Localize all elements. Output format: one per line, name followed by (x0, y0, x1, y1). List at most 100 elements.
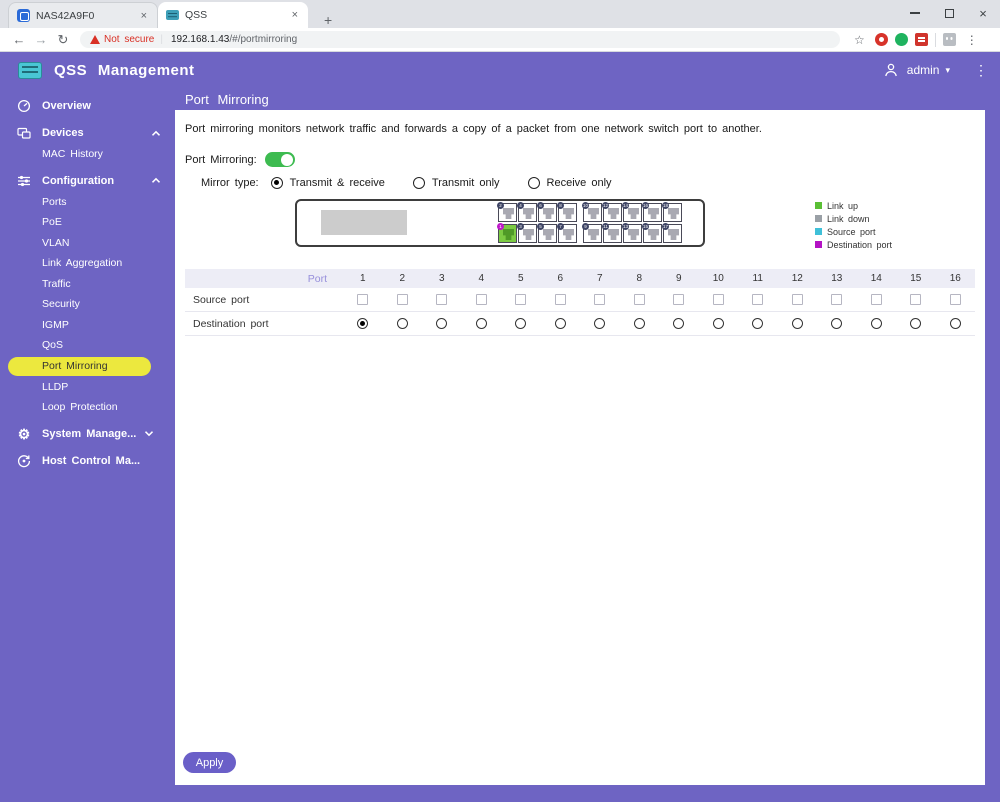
port-mirroring-toggle[interactable] (264, 152, 295, 167)
source-port-checkbox-15[interactable] (910, 294, 922, 305)
destination-port-radio-10[interactable] (712, 318, 724, 329)
switch-port-4[interactable]: 4 (517, 202, 537, 222)
chevron-up-icon[interactable] (151, 177, 161, 184)
switch-port-9[interactable]: 9 (582, 223, 602, 243)
destination-port-radio-9[interactable] (673, 318, 685, 329)
destination-port-radio-13[interactable] (831, 318, 843, 329)
destination-port-radio-5[interactable] (515, 318, 527, 329)
apply-button[interactable]: Apply (183, 752, 236, 773)
chevron-down-icon[interactable] (144, 430, 154, 437)
sidebar-item-ports[interactable]: Ports (0, 192, 175, 213)
source-port-checkbox-5[interactable] (515, 294, 527, 305)
switch-port-2[interactable]: 2 (497, 202, 517, 222)
switch-port-7[interactable]: 7 (557, 223, 577, 243)
source-port-checkbox-7[interactable] (594, 294, 606, 305)
sidebar-item-overview[interactable]: Overview (0, 95, 175, 117)
browser-menu-icon[interactable]: ⋮ (966, 33, 978, 47)
chevron-up-icon[interactable] (151, 130, 161, 137)
source-port-checkbox-6[interactable] (554, 294, 566, 305)
source-port-checkbox-11[interactable] (752, 294, 764, 305)
destination-port-radio-6[interactable] (554, 318, 566, 329)
tab-close-icon[interactable]: × (139, 10, 149, 22)
reload-icon[interactable]: ↻ (52, 32, 74, 48)
window-maximize-button[interactable] (932, 0, 966, 26)
destination-port-radio-8[interactable] (633, 318, 645, 329)
sidebar-item-link-aggregation[interactable]: Link Aggregation (0, 253, 175, 274)
source-port-checkbox-16[interactable] (949, 294, 961, 305)
sidebar-item-system-manage[interactable]: ⚙ System Manage... (0, 423, 175, 445)
sidebar-item-security[interactable]: Security (0, 294, 175, 315)
switch-port-3[interactable]: 3 (517, 223, 537, 243)
extension-green-circle-icon[interactable] (894, 33, 908, 46)
window-close-button[interactable]: × (966, 0, 1000, 26)
destination-port-radio-11[interactable] (752, 318, 764, 329)
sidebar-item-qos[interactable]: QoS (0, 335, 175, 356)
switch-port-1[interactable]: 1 (497, 223, 517, 243)
switch-port-17[interactable]: 17 (662, 223, 682, 243)
forward-icon[interactable]: → (30, 32, 52, 47)
switch-port-10[interactable]: 10 (582, 202, 602, 222)
sidebar-item-mac-history[interactable]: MAC History (0, 144, 175, 165)
switch-port-15[interactable]: 15 (642, 223, 662, 243)
back-icon[interactable]: ← (8, 32, 30, 47)
source-port-checkbox-4[interactable] (475, 294, 487, 305)
source-port-checkbox-1[interactable] (357, 294, 369, 305)
source-port-checkbox-8[interactable] (633, 294, 645, 305)
destination-port-radio-2[interactable] (396, 318, 408, 329)
new-tab-button[interactable]: + (318, 12, 338, 28)
source-port-checkbox-12[interactable] (791, 294, 803, 305)
switch-port-13[interactable]: 13 (622, 223, 642, 243)
switch-port-5[interactable]: 5 (537, 223, 557, 243)
destination-port-radio-1[interactable] (357, 318, 369, 329)
destination-port-radio-15[interactable] (910, 318, 922, 329)
destination-port-radio-4[interactable] (475, 318, 487, 329)
switch-port-11[interactable]: 11 (602, 223, 622, 243)
source-port-checkbox-13[interactable] (831, 294, 843, 305)
switch-port-12[interactable]: 12 (602, 202, 622, 222)
switch-port-16[interactable]: 16 (642, 202, 662, 222)
source-port-checkbox-10[interactable] (712, 294, 724, 305)
mirror-option-transmit-only[interactable]: Transmit only (412, 177, 500, 189)
destination-port-radio-7[interactable] (594, 318, 606, 329)
sidebar-item-devices[interactable]: Devices (0, 122, 175, 144)
source-port-checkbox-2[interactable] (396, 294, 408, 305)
sidebar-item-host-control-ma[interactable]: Host Control Ma... (0, 450, 175, 472)
extension-red-square-icon[interactable] (914, 33, 928, 46)
window-minimize-button[interactable] (898, 0, 932, 26)
radio-receive-only[interactable] (527, 177, 540, 189)
source-port-checkbox-9[interactable] (673, 294, 685, 305)
tab-close-icon[interactable]: × (290, 9, 300, 21)
mirror-option-transmit-receive[interactable]: Transmit & receive (270, 177, 385, 189)
port-column-header: 12 (791, 273, 803, 284)
sidebar-item-configuration[interactable]: Configuration (0, 170, 175, 192)
destination-port-radio-14[interactable] (870, 318, 882, 329)
mirror-option-receive-only[interactable]: Receive only (527, 177, 612, 189)
destination-port-radio-12[interactable] (791, 318, 803, 329)
extension-red-circle-icon[interactable] (874, 33, 888, 46)
sidebar-item-igmp[interactable]: IGMP (0, 315, 175, 336)
sidebar-item-loop-protection[interactable]: Loop Protection (0, 397, 175, 418)
not-secure-label[interactable]: Not secure (104, 34, 154, 45)
destination-port-radio-16[interactable] (949, 318, 961, 329)
radio-transmit-only[interactable] (412, 177, 425, 189)
sidebar-item-lldp[interactable]: LLDP (0, 377, 175, 398)
source-port-checkbox-3[interactable] (436, 294, 448, 305)
app-menu-icon[interactable]: ⋮ (974, 62, 988, 79)
sidebar-item-traffic[interactable]: Traffic (0, 274, 175, 295)
switch-port-8[interactable]: 8 (557, 202, 577, 222)
switch-port-18[interactable]: 18 (662, 202, 682, 222)
source-port-checkbox-14[interactable] (870, 294, 882, 305)
address-bar[interactable]: Not secure | 192.168.1.43 /#/portmirrori… (80, 31, 840, 48)
switch-port-6[interactable]: 6 (537, 202, 557, 222)
switch-port-14[interactable]: 14 (622, 202, 642, 222)
radio-transmit-receive[interactable] (270, 177, 283, 189)
bookmark-star-icon[interactable]: ☆ (854, 33, 865, 47)
sidebar-item-port-mirroring[interactable]: Port Mirroring (8, 356, 151, 376)
sidebar-item-vlan[interactable]: VLAN (0, 233, 175, 254)
sidebar-item-poe[interactable]: PoE (0, 212, 175, 233)
user-menu[interactable]: admin ▾ (883, 62, 950, 78)
destination-port-radio-3[interactable] (436, 318, 448, 329)
browser-tab-nas[interactable]: NAS42A9F0 × (8, 2, 158, 28)
extension-robot-icon[interactable] (942, 33, 956, 46)
browser-tab-qss[interactable]: QSS × (158, 2, 308, 28)
